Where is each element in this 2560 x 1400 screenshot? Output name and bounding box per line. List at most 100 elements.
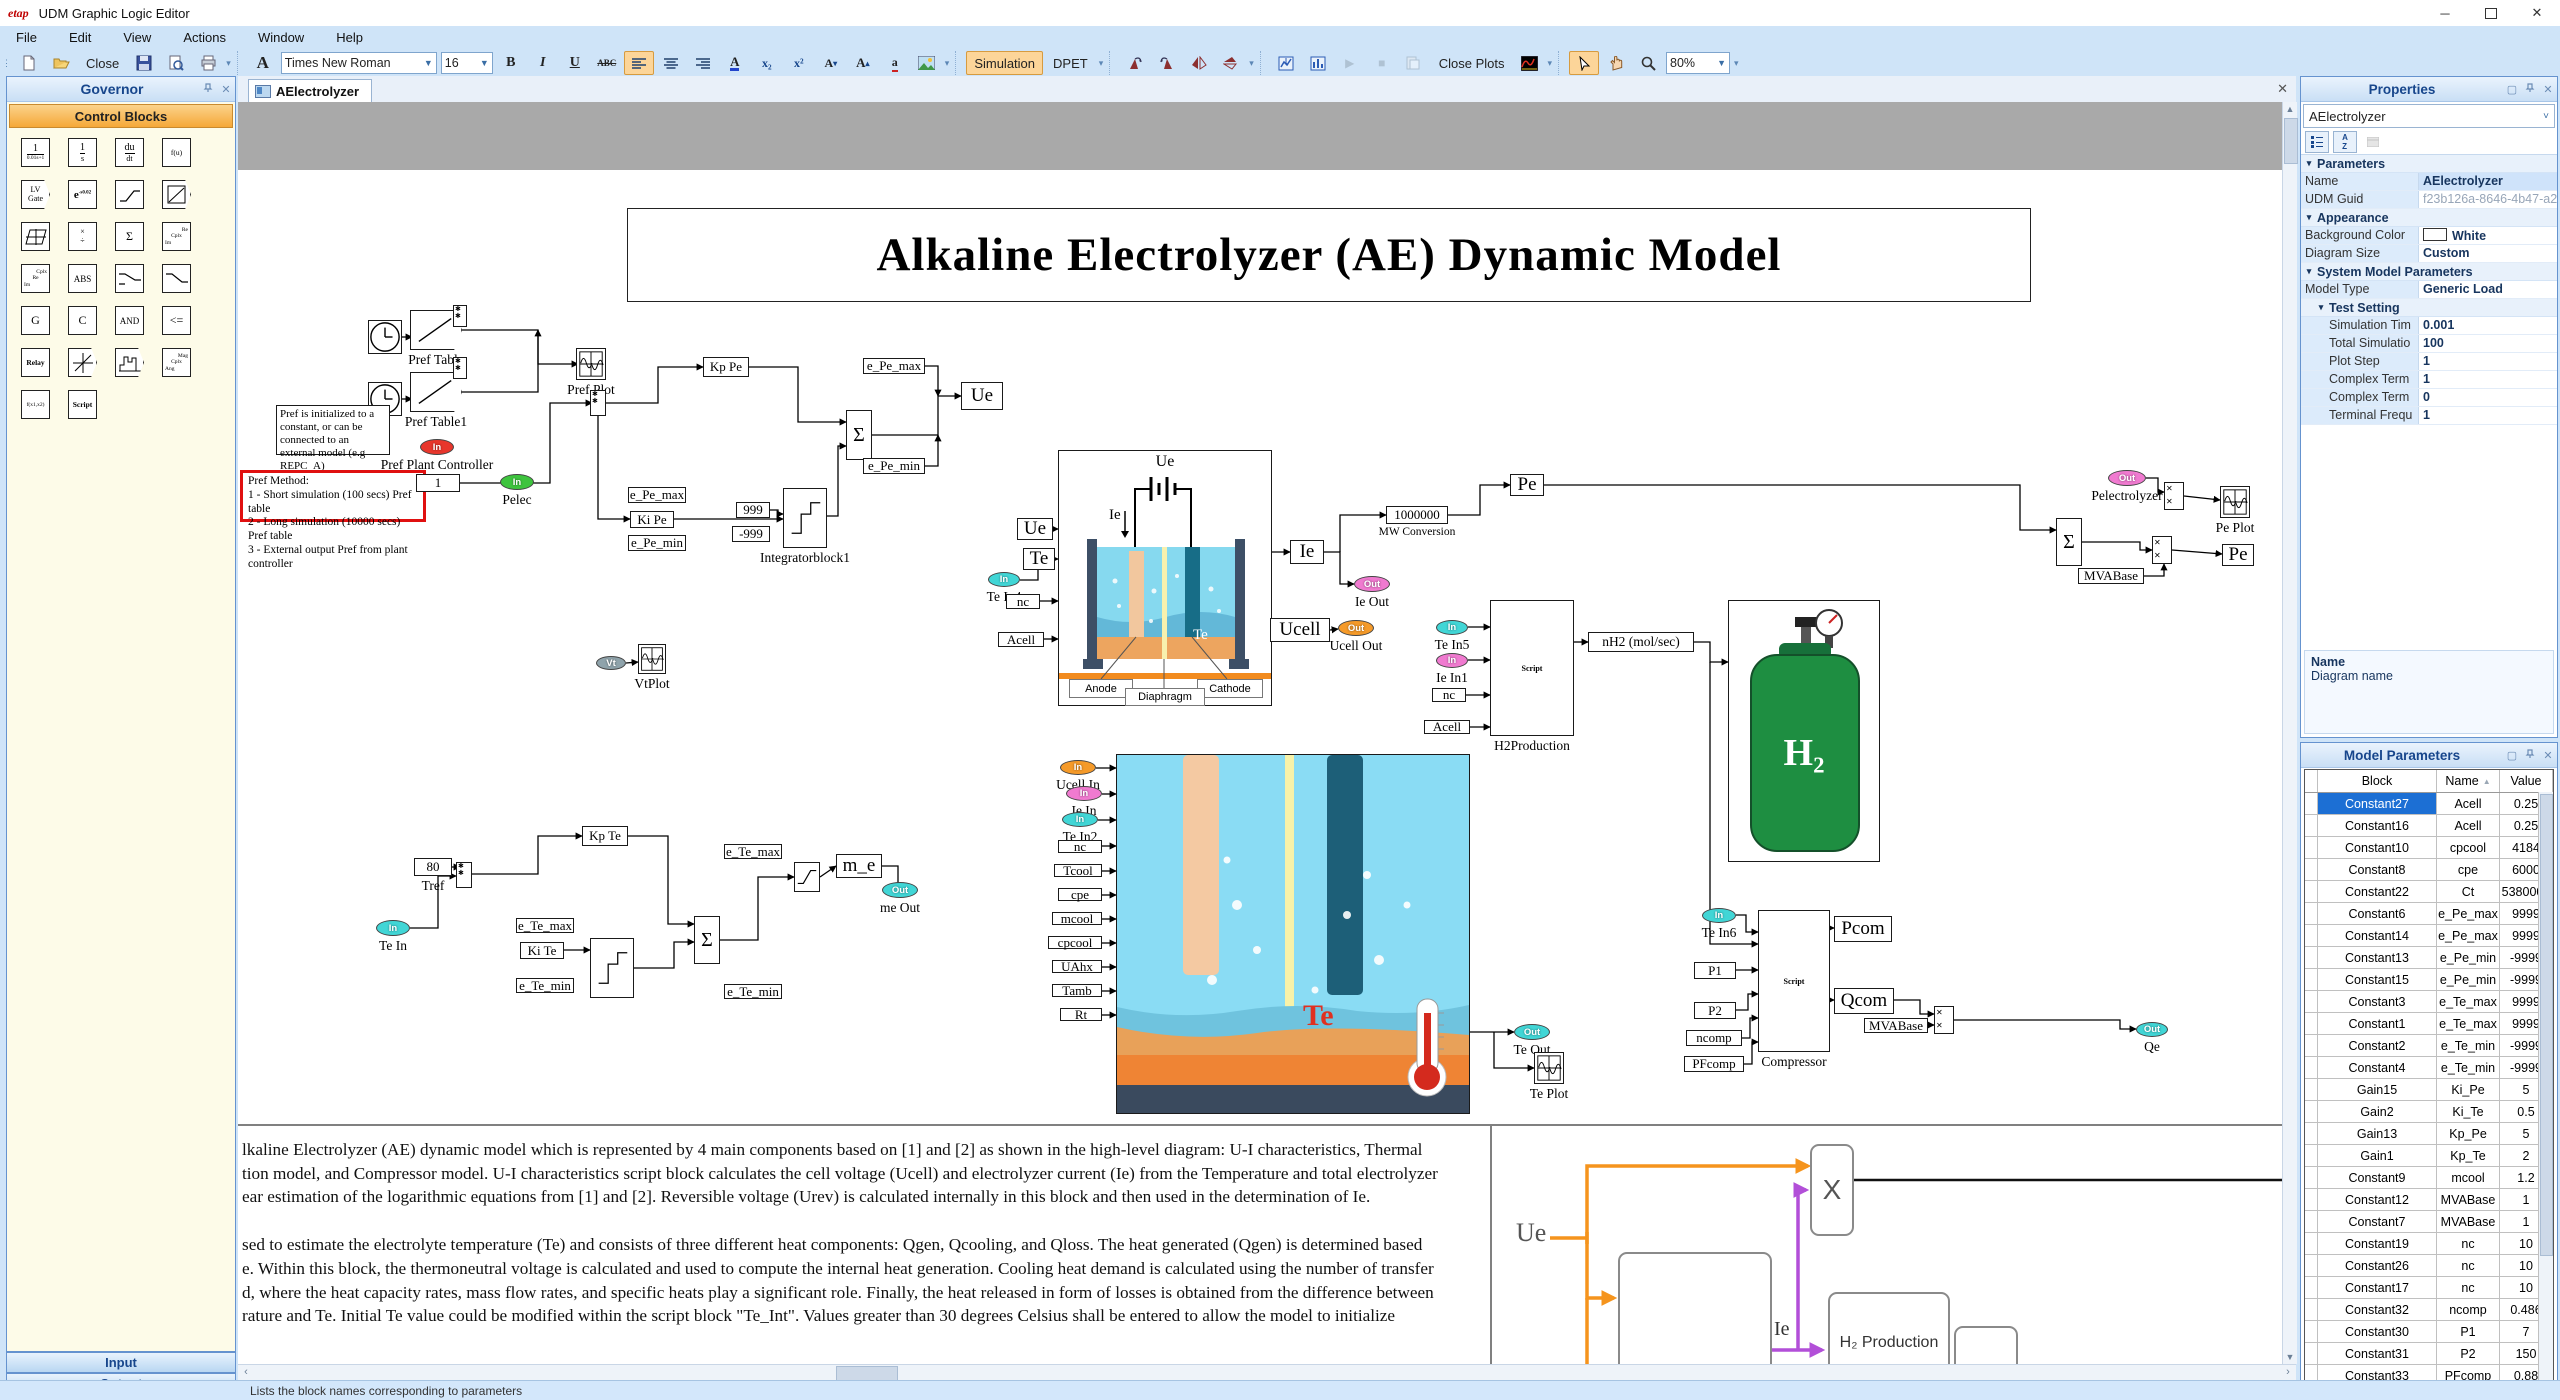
rotate-left-icon[interactable] [1120,51,1150,75]
menu-view[interactable]: View [107,28,167,47]
node-80[interactable]: 80 [414,858,452,876]
constant-block[interactable]: C [68,306,97,335]
strikethrough-button[interactable]: ABC [592,51,622,75]
scroll-left-icon[interactable]: ‹ [238,1365,254,1381]
underline-button[interactable]: U [560,51,590,75]
param-row-constant22[interactable]: Constant22Ct5380000 [2305,881,2553,903]
font-name-select[interactable]: Times New Roman▼ [281,52,437,74]
lv-gate-block[interactable]: LVGate [21,180,50,209]
expression-block[interactable]: f(x1,x2) [21,390,50,419]
node-int[interactable] [590,938,634,998]
col-header-value[interactable]: Value [2500,770,2553,792]
node-acell[interactable]: Acell [998,632,1044,647]
prop-background-color[interactable]: Background ColorWhite [2301,227,2557,245]
zoom-tool-button[interactable] [1633,51,1663,75]
align-left-button[interactable] [624,51,654,75]
electrolyte-temperature-image[interactable]: Te [1116,754,1470,1114]
prop-udm-guid[interactable]: UDM Guidf23b126a-8646-4b47-a2b5- [2301,191,2557,209]
pref-plot[interactable] [576,348,606,380]
prop-complex-term[interactable]: Complex Term0 [2301,389,2557,407]
node-[interactable]: Σ [694,916,720,964]
plot-setup-icon[interactable] [1271,51,1301,75]
stop-simulation-button[interactable]: ■ [1367,51,1397,75]
abs-block[interactable]: ABS [68,264,97,293]
maximize-panel-icon[interactable]: ▢ [2503,749,2521,762]
param-row-constant15[interactable]: Constant15e_Pe_min-9999 [2305,969,2553,991]
close-button[interactable]: ✕ [2514,0,2560,26]
param-row-constant10[interactable]: Constant10cpcool4184 [2305,837,2553,859]
italic-button[interactable]: I [528,51,558,75]
deadband-block[interactable] [21,222,50,251]
close-plots-button[interactable]: Close Plots [1431,51,1513,75]
print-preview-button[interactable] [161,51,191,75]
node-e-te-min[interactable]: e_Te_min [724,984,782,999]
h2-tank-image[interactable]: H₂ [1728,600,1880,862]
sample-plot-block[interactable] [115,348,144,377]
derivative-block[interactable]: dudt [115,138,144,167]
shrink-font-button[interactable]: A▾ [816,51,846,75]
node-e-te-min[interactable]: e_Te_min [516,978,574,993]
pref-method-note[interactable]: Pref Method: 1 - Short simulation (100 s… [240,470,426,522]
font-color-button[interactable]: A [720,51,750,75]
h2production-script[interactable]: Script [1490,600,1574,736]
maximize-button[interactable] [2468,0,2514,26]
delay-block[interactable]: e-s0.02 [68,180,97,209]
prop-group-parameters[interactable]: ▾Parameters [2301,155,2557,173]
pin-icon[interactable] [2521,749,2539,762]
node-mux[interactable]: ✱✱ [456,862,472,888]
font-size-select[interactable]: 16▼ [441,52,493,74]
scroll-up-icon[interactable]: ▲ [2283,102,2297,116]
param-row-constant14[interactable]: Constant14e_Pe_max9999 [2305,925,2553,947]
relay-block[interactable]: Relay [21,348,50,377]
prop-terminal-frequ[interactable]: Terminal Frequ1 [2301,407,2557,425]
node-ie[interactable]: Ie [1290,540,1324,564]
param-row-constant6[interactable]: Constant6e_Pe_max9999 [2305,903,2553,925]
prop-plot-step[interactable]: Plot Step1 [2301,353,2557,371]
hld-extra-block[interactable] [1954,1326,2018,1364]
node-nc[interactable]: nc [1432,688,1466,702]
node-mcool[interactable]: mcool [1052,912,1102,925]
vt[interactable]: Vt [596,656,626,670]
node-qcom[interactable]: Qcom [1834,988,1894,1014]
tab-aelectrolyzer[interactable]: AElectrolyzer [248,79,372,103]
node-cpe[interactable]: cpe [1058,888,1102,901]
node-rt[interactable]: Rt [1060,1008,1102,1021]
node-m-e[interactable]: m_e [836,854,882,878]
node-pe[interactable]: Pe [1510,474,1544,496]
node-mvabase[interactable]: MVABase [2078,568,2144,584]
run-simulation-button[interactable]: ▶ [1335,51,1365,75]
hld-ui-characteristics-block[interactable]: U-I Characteristics [1618,1252,1772,1364]
node-kp-pe[interactable]: Kp Pe [703,357,749,377]
node-out[interactable]: Out [882,882,918,898]
menu-help[interactable]: Help [320,28,379,47]
prop-group-test-setting[interactable]: ▾Test Setting [2301,299,2557,317]
node-[interactable]: Σ [846,410,872,460]
bold-button[interactable]: B [496,51,526,75]
node-te-plot[interactable] [1534,1052,1564,1084]
vt-plot[interactable] [638,644,666,674]
param-row-gain2[interactable]: Gain2Ki_Te0.5 [2305,1101,2553,1123]
node-e-te-max[interactable]: e_Te_max [724,844,782,859]
dpet-mode-button[interactable]: DPET [1045,51,1096,75]
maximize-panel-icon[interactable]: ▢ [2503,83,2521,96]
param-row-constant7[interactable]: Constant7MVABase1 [2305,1211,2553,1233]
param-row-constant12[interactable]: Constant12MVABase1 [2305,1189,2553,1211]
param-row-constant9[interactable]: Constant9mcool1.2 [2305,1167,2553,1189]
crossing-detector-block[interactable] [68,348,97,377]
param-row-constant17[interactable]: Constant17nc10 [2305,1277,2553,1299]
node-ue[interactable]: Ue [961,382,1003,410]
show-plots-icon[interactable] [1303,51,1333,75]
script-block[interactable]: Script [68,390,97,419]
node-e-pe-min[interactable]: e_Pe_min [628,535,686,551]
node-mult[interactable]: ✕✕ [1934,1006,1954,1034]
param-row-constant32[interactable]: Constant32ncomp0.486 [2305,1299,2553,1321]
param-row-constant3[interactable]: Constant3e_Te_max9999 [2305,991,2553,1013]
close-tab-icon[interactable]: ✕ [2277,81,2288,97]
param-row-constant16[interactable]: Constant16Acell0.25 [2305,815,2553,837]
superscript-button[interactable]: x² [784,51,814,75]
param-row-constant27[interactable]: Constant27Acell0.25 [2305,793,2553,815]
node-999[interactable]: 999 [736,502,770,518]
param-row-constant8[interactable]: Constant8cpe6000 [2305,859,2553,881]
node-pfcomp[interactable]: PFcomp [1684,1056,1744,1072]
prop-group-system-model-parameters[interactable]: ▾System Model Parameters [2301,263,2557,281]
